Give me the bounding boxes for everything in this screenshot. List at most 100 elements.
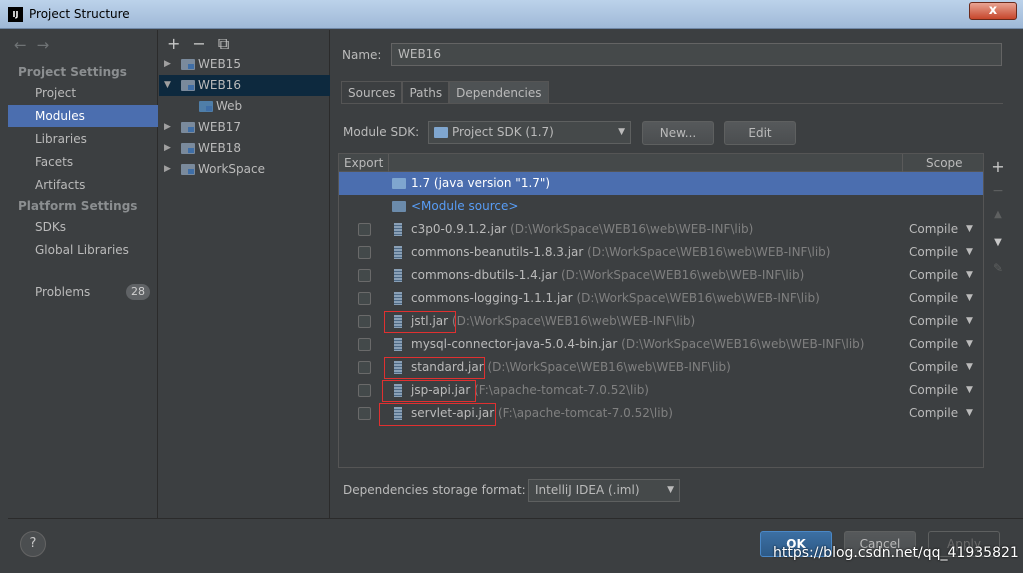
modules-tree-panel: + − ⧉ ▶ WEB15 ▼ WEB16 Web ▶ WEB17 ▶ WEB18 … xyxy=(159,30,330,518)
tree-item-label: WEB18 xyxy=(198,141,241,155)
web-facet-icon xyxy=(199,101,213,112)
tree-item-web-facet[interactable]: Web xyxy=(159,96,330,117)
highlight-box-standard xyxy=(384,357,485,379)
jar-name: commons-dbutils-1.4.jar xyxy=(411,268,558,282)
export-checkbox[interactable] xyxy=(358,361,371,374)
jar-path: (D:\WorkSpace\WEB16\web\WEB-INF\lib) xyxy=(451,314,696,328)
export-checkbox[interactable] xyxy=(358,315,371,328)
module-sdk-select[interactable]: Project SDK (1.7) ▼ xyxy=(428,121,631,144)
expand-arrow-icon[interactable]: ▶ xyxy=(164,117,171,138)
jar-path: (D:\WorkSpace\WEB16\web\WEB-INF\lib) xyxy=(487,360,731,374)
scope-value[interactable]: Compile xyxy=(909,379,958,402)
storage-format-value: IntelliJ IDEA (.iml) xyxy=(535,483,640,497)
nav-item-global-libraries[interactable]: Global Libraries xyxy=(8,239,158,261)
module-folder-icon xyxy=(181,143,195,154)
scope-value[interactable]: Compile xyxy=(909,310,958,333)
scope-dropdown-icon[interactable]: ▼ xyxy=(966,264,973,287)
tab-sources[interactable]: Sources xyxy=(341,81,403,103)
tree-item-workspace[interactable]: ▶ WorkSpace xyxy=(159,159,330,180)
dependency-name: mysql-connector-java-5.0.4-bin.jar (D:\W… xyxy=(411,333,864,356)
forward-arrow-icon[interactable]: → xyxy=(37,36,60,54)
dependency-row[interactable]: c3p0-0.9.1.2.jar (D:\WorkSpace\WEB16\web… xyxy=(339,218,983,241)
scope-dropdown-icon[interactable]: ▼ xyxy=(966,287,973,310)
scope-value[interactable]: Compile xyxy=(909,402,958,425)
export-column-header[interactable]: Export xyxy=(344,156,383,170)
nav-item-sdks[interactable]: SDKs xyxy=(8,216,158,238)
jar-icon xyxy=(394,292,402,305)
add-dependency-icon[interactable]: + xyxy=(987,157,1009,176)
scope-value[interactable]: Compile xyxy=(909,287,958,310)
dependency-name: 1.7 (java version "1.7") xyxy=(411,176,551,190)
move-down-icon[interactable]: ▼ xyxy=(987,237,1009,248)
back-forward-arrows[interactable]: ←→ xyxy=(14,36,59,54)
new-sdk-button[interactable]: New... xyxy=(642,121,714,145)
dependency-row[interactable]: commons-logging-1.1.1.jar (D:\WorkSpace\… xyxy=(339,287,983,310)
scope-dropdown-icon[interactable]: ▼ xyxy=(966,218,973,241)
scope-value[interactable]: Compile xyxy=(909,356,958,379)
edit-sdk-button[interactable]: Edit xyxy=(724,121,796,145)
nav-item-modules[interactable]: Modules xyxy=(8,105,158,127)
dependency-row-module-source[interactable]: <Module source> xyxy=(339,195,983,218)
scope-dropdown-icon[interactable]: ▼ xyxy=(966,356,973,379)
scope-value[interactable]: Compile xyxy=(909,264,958,287)
highlight-box-servlet-api xyxy=(379,403,496,426)
nav-item-libraries[interactable]: Libraries xyxy=(8,128,158,150)
edit-dependency-icon[interactable]: ✎ xyxy=(987,261,1009,275)
tree-item-web17[interactable]: ▶ WEB17 xyxy=(159,117,330,138)
highlight-box-jstl xyxy=(384,311,456,333)
nav-item-project[interactable]: Project xyxy=(8,82,158,104)
scope-column-header[interactable]: Scope xyxy=(926,156,963,170)
scope-dropdown-icon[interactable]: ▼ xyxy=(966,402,973,425)
collapse-arrow-icon[interactable]: ▼ xyxy=(164,75,171,96)
copy-module-icon[interactable]: ⧉ xyxy=(218,34,229,53)
export-checkbox[interactable] xyxy=(358,338,371,351)
tree-item-web18[interactable]: ▶ WEB18 xyxy=(159,138,330,159)
scope-dropdown-icon[interactable]: ▼ xyxy=(966,379,973,402)
expand-arrow-icon[interactable]: ▶ xyxy=(164,54,171,75)
jar-name: mysql-connector-java-5.0.4-bin.jar xyxy=(411,337,618,351)
nav-item-artifacts[interactable]: Artifacts xyxy=(8,174,158,196)
dependency-row[interactable]: commons-dbutils-1.4.jar (D:\WorkSpace\WE… xyxy=(339,264,983,287)
scope-value[interactable]: Compile xyxy=(909,241,958,264)
module-folder-icon xyxy=(181,80,195,91)
export-checkbox[interactable] xyxy=(358,407,371,420)
chevron-down-icon: ▼ xyxy=(667,485,674,495)
storage-format-select[interactable]: IntelliJ IDEA (.iml) ▼ xyxy=(528,479,680,502)
dependency-row[interactable]: mysql-connector-java-5.0.4-bin.jar (D:\W… xyxy=(339,333,983,356)
dependency-row[interactable]: commons-beanutils-1.8.3.jar (D:\WorkSpac… xyxy=(339,241,983,264)
export-checkbox[interactable] xyxy=(358,246,371,259)
tree-item-web16[interactable]: ▼ WEB16 xyxy=(159,75,330,96)
scope-value[interactable]: Compile xyxy=(909,333,958,356)
export-checkbox[interactable] xyxy=(358,269,371,282)
dependency-row-sdk[interactable]: 1.7 (java version "1.7") xyxy=(339,172,983,195)
export-checkbox[interactable] xyxy=(358,223,371,236)
move-up-icon[interactable]: ▲ xyxy=(987,209,1009,220)
nav-item-facets[interactable]: Facets xyxy=(8,151,158,173)
expand-arrow-icon[interactable]: ▶ xyxy=(164,159,171,180)
expand-arrow-icon[interactable]: ▶ xyxy=(164,138,171,159)
jar-path: (D:\WorkSpace\WEB16\web\WEB-INF\lib) xyxy=(576,291,820,305)
help-button[interactable]: ? xyxy=(20,531,46,557)
export-checkbox[interactable] xyxy=(358,292,371,305)
add-module-icon[interactable]: + xyxy=(167,34,180,53)
settings-navigation: ←→ Project Settings Project Modules Libr… xyxy=(8,30,158,518)
jar-icon xyxy=(394,338,402,351)
scope-dropdown-icon[interactable]: ▼ xyxy=(966,310,973,333)
jar-path: (F:\apache-tomcat-7.0.52\lib) xyxy=(498,406,673,420)
window-close-button[interactable]: x xyxy=(969,2,1017,20)
module-name-input[interactable]: WEB16 xyxy=(391,43,1002,66)
tab-dependencies[interactable]: Dependencies xyxy=(449,81,549,103)
remove-dependency-icon[interactable]: − xyxy=(987,183,1009,199)
nav-item-problems[interactable]: Problems 28 xyxy=(8,281,158,303)
tree-item-label: WEB15 xyxy=(198,57,241,71)
remove-module-icon[interactable]: − xyxy=(192,34,205,53)
back-arrow-icon[interactable]: ← xyxy=(14,36,37,54)
scope-dropdown-icon[interactable]: ▼ xyxy=(966,241,973,264)
tree-item-web15[interactable]: ▶ WEB15 xyxy=(159,54,330,75)
scope-dropdown-icon[interactable]: ▼ xyxy=(966,333,973,356)
tab-paths[interactable]: Paths xyxy=(402,81,450,103)
scope-value[interactable]: Compile xyxy=(909,218,958,241)
tab-divider xyxy=(341,103,1003,104)
jar-name: c3p0-0.9.1.2.jar xyxy=(411,222,507,236)
export-checkbox[interactable] xyxy=(358,384,371,397)
